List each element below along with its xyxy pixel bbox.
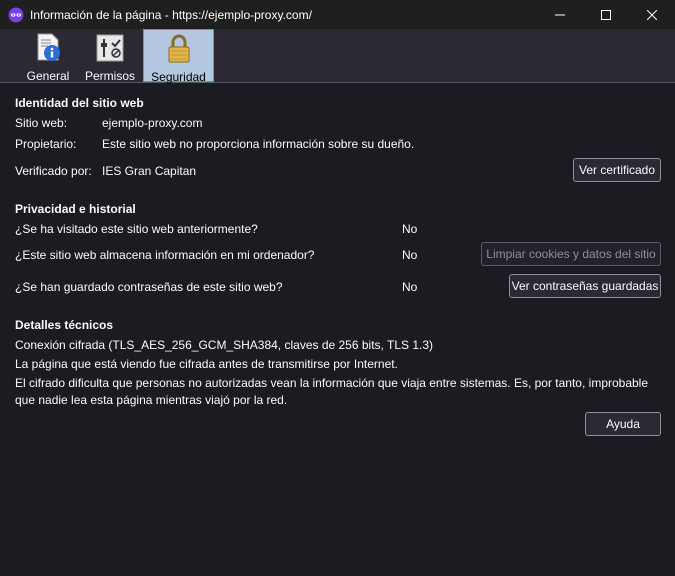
owner-value: Este sitio web no proporciona informació… (102, 137, 415, 151)
verified-by-label: Verificado por: (15, 164, 92, 178)
visited-answer: No (402, 222, 418, 236)
site-value: ejemplo-proxy.com (102, 116, 203, 130)
visited-question: ¿Se ha visitado este sitio web anteriorm… (15, 222, 258, 236)
view-saved-passwords-button[interactable]: Ver contraseñas guardadas (509, 274, 661, 298)
tab-security[interactable]: Seguridad (143, 29, 214, 84)
title-bar: Información de la página - https://ejemp… (0, 0, 675, 29)
technical-heading: Detalles técnicos (15, 318, 114, 332)
identity-heading: Identidad del sitio web (15, 96, 144, 110)
close-icon (647, 9, 657, 20)
encrypted-page-text: La página que está viendo fue cifrada an… (15, 357, 398, 371)
tab-toolbar: General Permisos Seguridad (0, 29, 675, 84)
tab-permissions[interactable]: Permisos (83, 29, 137, 83)
browser-mask-icon (8, 7, 24, 23)
info-document-icon (32, 32, 64, 64)
maximize-button[interactable] (583, 0, 629, 29)
tab-permissions-label: Permisos (84, 69, 135, 83)
close-button[interactable] (629, 0, 675, 29)
site-label: Sitio web: (15, 116, 68, 130)
passwords-answer: No (402, 280, 418, 294)
permissions-icon (94, 32, 126, 64)
clear-cookies-button[interactable]: Limpiar cookies y datos del sitio (481, 242, 661, 266)
verified-by-value: IES Gran Capitan (102, 164, 197, 178)
tab-general-label: General (26, 69, 70, 83)
help-button[interactable]: Ayuda (585, 412, 661, 436)
storage-answer: No (402, 248, 418, 262)
window-title: Información de la página - https://ejemp… (30, 7, 312, 22)
owner-label: Propietario: (15, 137, 77, 151)
maximize-icon (601, 9, 611, 20)
minimize-button[interactable] (537, 0, 583, 29)
passwords-question: ¿Se han guardado contraseñas de este sit… (15, 280, 283, 294)
encryption-explanation-text: El cifrado dificulta que personas no aut… (15, 376, 649, 407)
tab-security-label: Seguridad (151, 70, 206, 84)
privacy-heading: Privacidad e historial (15, 202, 136, 216)
minimize-icon (555, 14, 565, 15)
tab-general[interactable]: General (24, 29, 72, 83)
connection-cipher-text: Conexión cifrada (TLS_AES_256_GCM_SHA384… (15, 338, 434, 352)
view-certificate-button[interactable]: Ver certificado (573, 158, 661, 182)
storage-question: ¿Este sitio web almacena información en … (15, 248, 315, 262)
padlock-icon (163, 33, 195, 65)
